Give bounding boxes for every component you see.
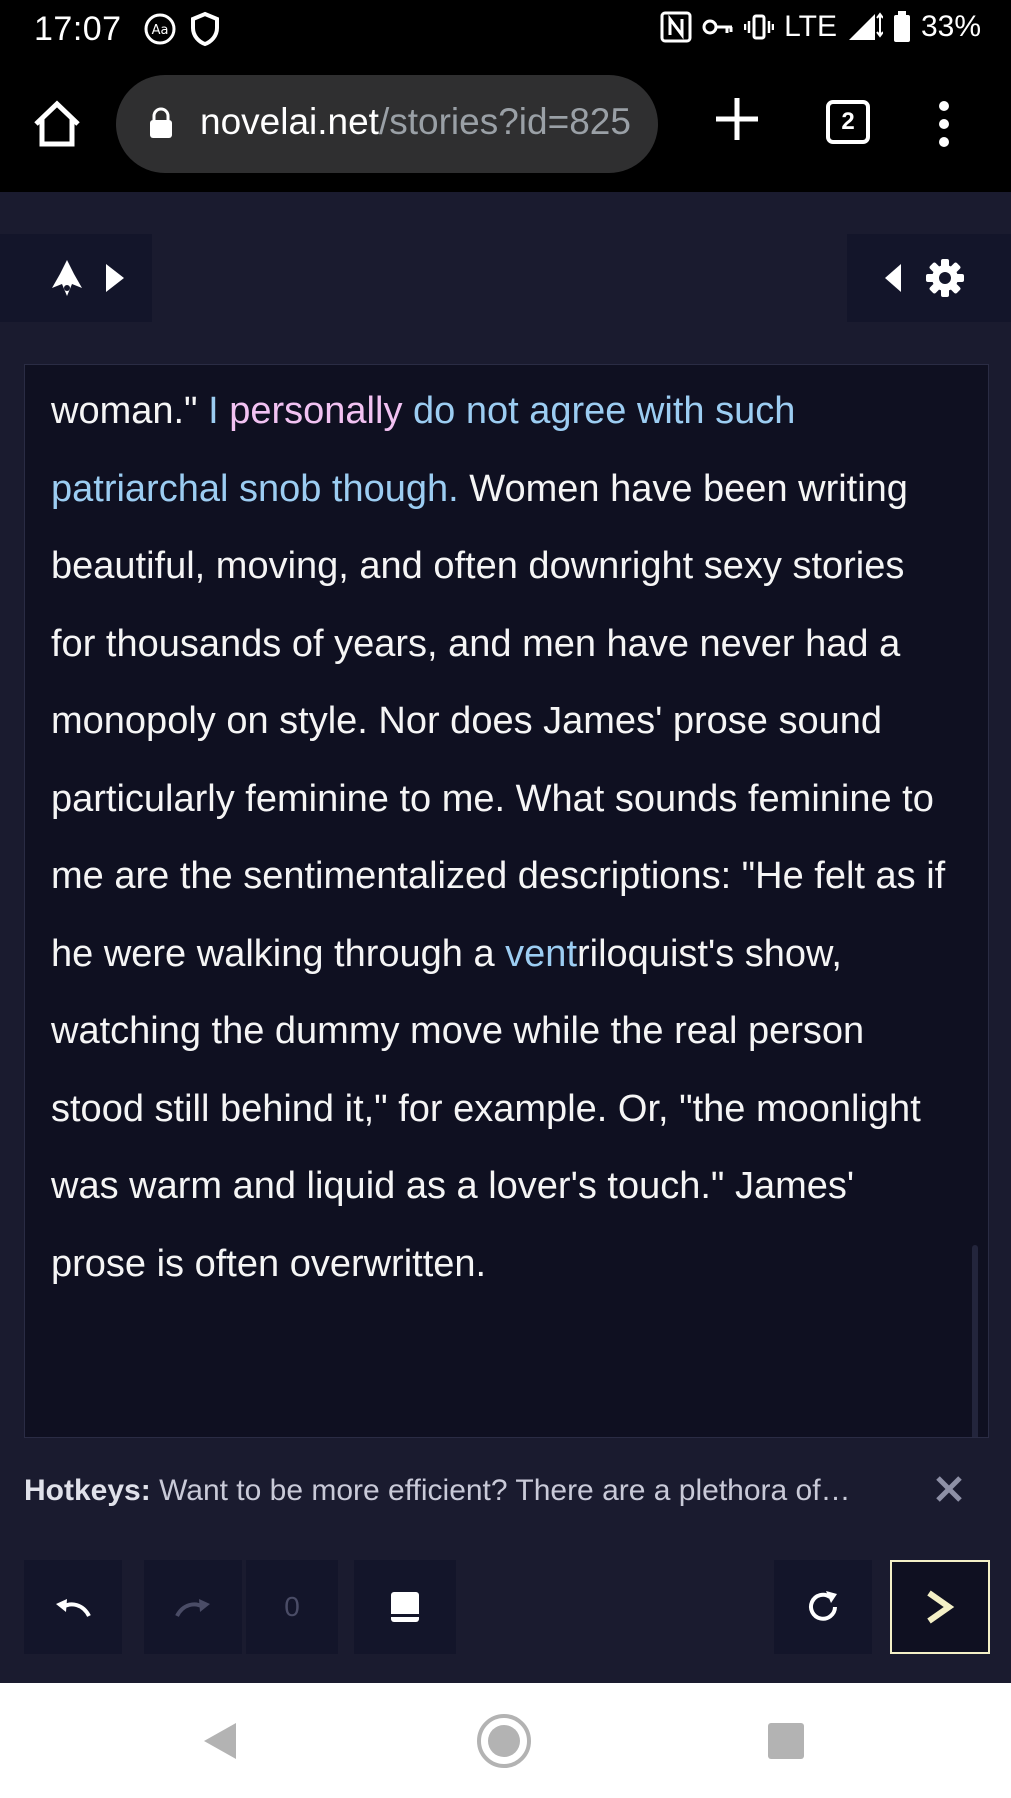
key-icon (702, 19, 733, 35)
retry-button[interactable] (774, 1560, 872, 1654)
tip-text: Want to be more efficient? There are a p… (159, 1474, 851, 1507)
send-button[interactable] (890, 1560, 990, 1654)
nav-back-icon[interactable] (202, 1721, 238, 1761)
address-bar[interactable]: novelai.net/stories?id=825 (116, 75, 658, 173)
svg-text:Aa: Aa (152, 23, 169, 38)
story-segment: I (208, 390, 230, 432)
story-editor[interactable]: woman." I personally do not agree with s… (24, 364, 989, 1438)
redo-counter: 0 (246, 1560, 338, 1654)
expand-right-icon (106, 264, 124, 292)
shield-icon (191, 11, 219, 47)
tip-label: Hotkeys: (24, 1474, 151, 1507)
tab-switcher-button[interactable]: 2 (826, 100, 870, 144)
url-path: /stories?id=825 (378, 101, 631, 142)
redo-icon (175, 1599, 210, 1618)
undo-button[interactable] (24, 1560, 122, 1654)
story-segment: riloquist's show, watching the dummy mov… (51, 932, 921, 1285)
browser-home-button[interactable] (30, 97, 84, 151)
story-segment: vent (505, 932, 577, 975)
browser-toolbar: novelai.net/stories?id=825 2 (0, 58, 1011, 192)
hotkeys-tip: Hotkeys: Want to be more efficient? Ther… (24, 1474, 884, 1508)
story-text[interactable]: woman." I personally do not agree with s… (51, 373, 951, 1303)
vibrate-icon (744, 14, 775, 40)
close-tip-icon[interactable] (934, 1472, 964, 1506)
novelai-logo-icon (52, 260, 82, 296)
font-icon: Aa (144, 13, 176, 45)
undo-icon (56, 1599, 91, 1618)
right-sidebar-toggle[interactable] (847, 234, 1011, 322)
status-right-icons: LTE 33% (660, 10, 981, 44)
left-sidebar-toggle[interactable] (0, 234, 152, 322)
story-segment: Women have been writing beautiful, movin… (51, 467, 946, 975)
status-bar: 17:07 Aa LTE 33% (0, 0, 1011, 58)
browser-menu-icon[interactable] (932, 100, 956, 148)
lock-icon (150, 107, 172, 138)
story-scrollbar[interactable] (972, 1245, 978, 1437)
story-segment: woman." (51, 390, 209, 432)
settings-gear-icon (926, 259, 964, 297)
status-left-icons: Aa (142, 11, 220, 47)
nav-home-icon[interactable] (476, 1713, 532, 1769)
network-type: LTE (784, 10, 837, 43)
nav-recents-icon[interactable] (768, 1723, 804, 1759)
url-host: novelai.net (200, 101, 379, 142)
book-icon (391, 1592, 419, 1622)
story-segment: personally (229, 390, 403, 432)
battery-level: 33% (920, 10, 981, 43)
url-text: novelai.net/stories?id=825 (200, 101, 650, 143)
system-nav-bar (0, 1683, 1011, 1798)
status-time: 17:07 (34, 10, 122, 48)
redo-button[interactable] (144, 1560, 242, 1654)
battery-icon (893, 11, 910, 42)
retry-icon (809, 1591, 837, 1621)
novelai-app: woman." I personally do not agree with s… (0, 192, 1011, 1683)
signal-icon (848, 12, 883, 40)
home-icon (34, 100, 80, 147)
send-arrow-icon (927, 1590, 955, 1624)
new-tab-icon[interactable] (714, 96, 760, 142)
expand-left-icon (885, 264, 901, 292)
lorebook-button[interactable] (354, 1560, 456, 1654)
nfc-icon (660, 11, 692, 43)
